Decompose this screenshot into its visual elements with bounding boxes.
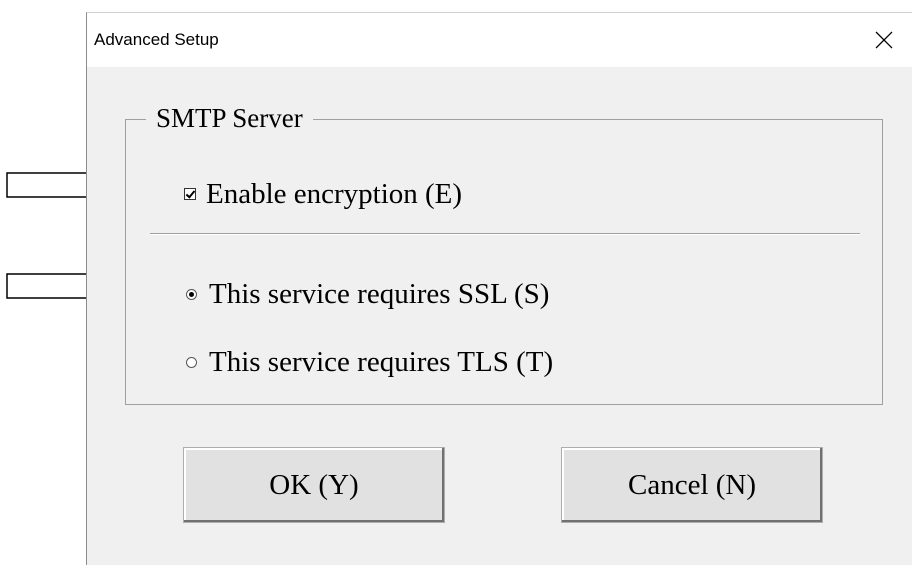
ssl-radio-option[interactable]: This service requires SSL (S) (186, 276, 549, 312)
close-button[interactable] (856, 13, 912, 67)
radio-selected-icon[interactable] (186, 288, 197, 300)
group-label: SMTP Server (146, 101, 313, 135)
divider (150, 233, 860, 235)
title-bar: Advanced Setup (87, 13, 912, 67)
smtp-server-group: SMTP Server Enable encryption (E) This s… (125, 101, 883, 405)
ssl-option-label: This service requires SSL (S) (209, 278, 550, 310)
enable-encryption-checkbox[interactable]: Enable encryption (E) (184, 176, 462, 212)
enable-encryption-label: Enable encryption (E) (206, 178, 463, 210)
cancel-button[interactable]: Cancel (N) (561, 447, 823, 523)
checkbox-checked-icon[interactable] (184, 188, 196, 200)
advanced-setup-dialog: Advanced Setup SMTP Server Enable encryp… (86, 12, 912, 565)
tls-option-label: This service requires TLS (T) (209, 346, 554, 378)
radio-unselected-icon[interactable] (186, 356, 197, 368)
tls-radio-option[interactable]: This service requires TLS (T) (186, 344, 553, 380)
close-icon (875, 31, 893, 49)
ok-button[interactable]: OK (Y) (183, 447, 445, 523)
window-title: Advanced Setup (94, 30, 219, 49)
